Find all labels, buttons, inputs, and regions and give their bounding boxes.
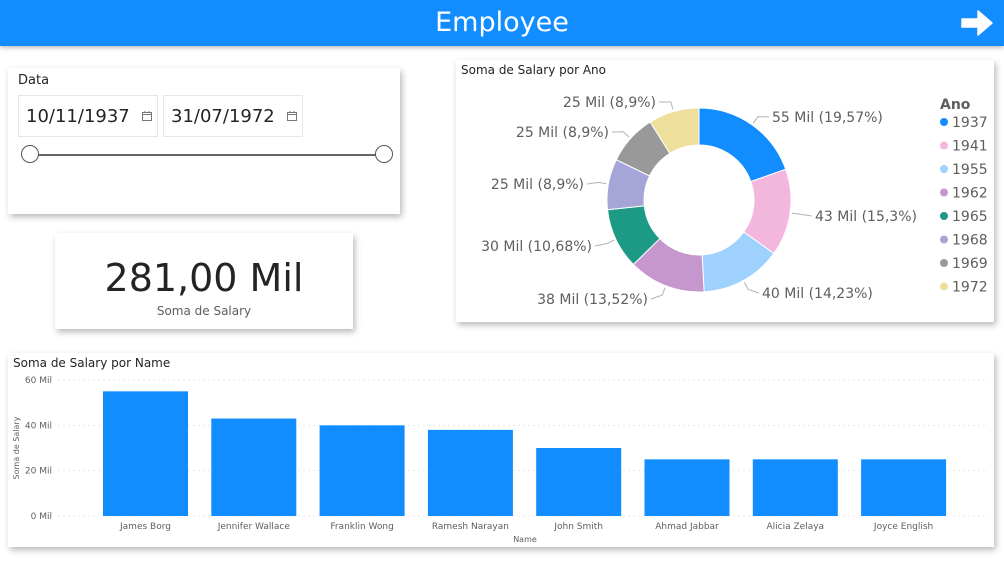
donut-data-label: 55 Mil (19,57%) [772, 110, 883, 126]
bar-alicia-zelaya [752, 459, 838, 516]
legend-marker-1937 [940, 118, 948, 126]
legend-marker-1941 [940, 141, 948, 150]
donut-data-label: 43 Mil (15,3%) [815, 209, 917, 225]
legend-marker-1972 [940, 282, 948, 291]
x-tick-label: Ahmad Jabbar [655, 522, 719, 532]
slider-handle-start[interactable] [21, 145, 39, 163]
donut-chart-card: Soma de Salary por Ano 55 Mil (19,57%) 43… [456, 60, 994, 322]
legend-marker-1969 [940, 259, 948, 267]
calendar-icon[interactable] [287, 111, 297, 121]
donut-data-label: 30 Mil (10,68%) [481, 239, 592, 255]
legend-item-1972: 1972 [952, 280, 988, 296]
slider-handle-end[interactable] [375, 145, 393, 163]
donut-chart: 55 Mil (19,57%) 43 Mil (15,3%) 40 Mil (14,… [481, 95, 988, 308]
donut-data-label: 40 Mil (14,23%) [762, 286, 873, 302]
donut-data-label: 25 Mil (8,9%) [491, 177, 584, 193]
x-tick-label: Franklin Wong [330, 522, 394, 532]
arrow-right-icon[interactable] [958, 8, 998, 38]
donut-leader-line [650, 287, 666, 300]
x-tick-label: James Borg [119, 522, 171, 532]
donut-leader-line [752, 116, 770, 124]
legend-marker-1968 [940, 235, 948, 244]
kpi-value: 281,00 Mil [104, 256, 304, 300]
y-tick-label: 0 Mil [31, 512, 52, 522]
legend-item-1955: 1955 [952, 162, 988, 178]
bar-franklin-wong [319, 425, 405, 516]
bar-john-smith [536, 448, 622, 516]
bar-james-borg [103, 391, 188, 516]
date-slicer: Data 10/11/1937 31/07/1972 [8, 68, 400, 214]
header-bar: Employee [0, 0, 1004, 46]
bar-ramesh-narayan [427, 429, 513, 516]
legend-marker-1962 [940, 188, 948, 197]
end-date-value: 31/07/1972 [171, 106, 275, 127]
x-tick-label: Joyce English [873, 522, 933, 532]
legend-item-1968: 1968 [952, 233, 988, 249]
start-date-input[interactable]: 10/11/1937 [18, 95, 158, 137]
y-tick-label: 60 Mil [25, 376, 52, 386]
calendar-icon[interactable] [142, 111, 152, 121]
bar-jennifer-wallace [211, 418, 297, 516]
y-axis-title: Soma de Salary [12, 416, 21, 479]
legend-title: Ano [940, 97, 971, 113]
x-tick-label: Alicia Zelaya [767, 522, 825, 532]
date-range-track[interactable] [30, 154, 384, 156]
legend-marker-1955 [940, 165, 948, 173]
donut-leader-line [743, 282, 760, 294]
donut-leader-line [586, 181, 607, 185]
donut-leader-line [792, 212, 813, 217]
legend-item-1965: 1965 [952, 209, 988, 225]
legend-item-1962: 1962 [952, 186, 988, 202]
slicer-title: Data [18, 73, 50, 88]
bar-ahmad-jabbar [644, 459, 730, 516]
y-tick-label: 20 Mil [25, 467, 52, 477]
donut-leader-line [658, 101, 674, 110]
legend-marker-1965 [940, 212, 948, 220]
legend-item-1937: 1937 [952, 115, 988, 131]
bar-chart: 0 Mil 20 Mil 40 Mil 60 Mil James Borg Jennife… [12, 376, 986, 544]
start-date-value: 10/11/1937 [26, 106, 130, 127]
bar-joyce-english [861, 459, 947, 516]
donut-leader-line [594, 239, 615, 247]
donut-data-label: 25 Mil (8,9%) [516, 125, 609, 141]
bar-chart-card: Soma de Salary por Name 0 Mil 20 Mil 40 Mi… [8, 353, 994, 547]
kpi-label: Soma de Salary [156, 304, 252, 318]
x-tick-label: Ramesh Narayan [432, 522, 509, 532]
donut-data-label: 25 Mil (8,9%) [563, 95, 656, 111]
donut-data-label: 38 Mil (13,52%) [537, 292, 648, 308]
y-tick-label: 40 Mil [25, 421, 52, 431]
legend-item-1969: 1969 [952, 256, 988, 272]
x-axis-title: Name [513, 535, 537, 544]
x-tick-label: John Smith [553, 522, 603, 532]
kpi-card: 281,00 Mil Soma de Salary [55, 233, 353, 329]
legend-item-1941: 1941 [952, 139, 988, 155]
end-date-input[interactable]: 31/07/1972 [163, 95, 303, 137]
donut-leader-line [611, 131, 630, 138]
x-tick-label: Jennifer Wallace [217, 522, 291, 532]
page-title: Employee [435, 7, 569, 38]
